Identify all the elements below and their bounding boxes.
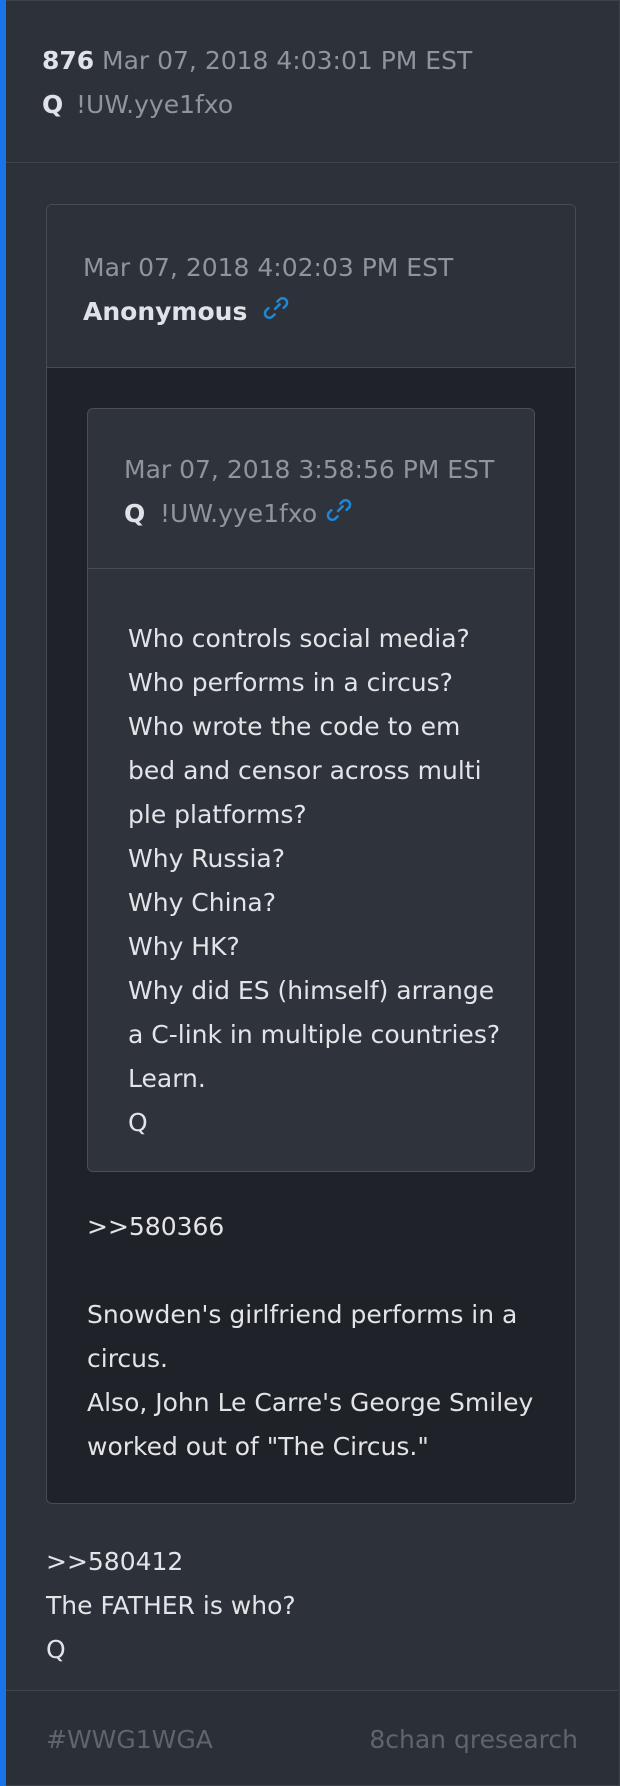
- link-icon[interactable]: [261, 293, 291, 323]
- post-text-line: circus.: [87, 1344, 168, 1373]
- post-date: Mar 07, 2018 4:03:01 PM EST: [102, 46, 473, 75]
- post-tripcode: !UW.yye1fxo: [76, 90, 234, 119]
- post-text-line: Why China?: [128, 888, 276, 917]
- footer-source: 8chan qresearch: [369, 1725, 578, 1754]
- post-text-line: bed and censor across multi: [128, 756, 482, 785]
- post-text-line: Who wrote the code to em: [128, 712, 461, 741]
- post-text-line: The FATHER is who?: [46, 1591, 296, 1620]
- post-number: 876: [42, 46, 95, 75]
- post-text-line: Q: [128, 1108, 148, 1137]
- post-text-line: worked out of "The Circus.": [87, 1432, 429, 1461]
- post-text-line: Why Russia?: [128, 844, 285, 873]
- nested-quoted-post-header: Mar 07, 2018 3:58:56 PM EST Q !UW.yye1fx…: [88, 409, 534, 569]
- link-icon[interactable]: [324, 495, 354, 525]
- post-accent-bar: [0, 0, 6, 1786]
- nested-quoted-post-tripcode: !UW.yye1fxo: [160, 499, 318, 528]
- post-reply-link[interactable]: >>580366: [87, 1205, 547, 1249]
- post-footer: #WWG1WGA 8chan qresearch: [6, 1690, 618, 1785]
- nested-quoted-post-date: Mar 07, 2018 3:58:56 PM EST: [124, 455, 495, 484]
- post-text-line: Why HK?: [128, 932, 240, 961]
- post-author-name: Q: [42, 90, 64, 119]
- post-text-line: Snowden's girlfriend performs in a: [87, 1300, 518, 1329]
- post-text-line: ple platforms?: [128, 800, 307, 829]
- post-text-line: a C-link in multiple countries?: [128, 1020, 501, 1049]
- nested-quoted-post-body: Who controls social media? Who performs …: [128, 617, 528, 1145]
- quoted-post: Mar 07, 2018 4:02:03 PM EST Anonymous Ma…: [46, 204, 576, 1504]
- post-body: >>580412 The FATHER is who? Q: [46, 1540, 586, 1672]
- post-text-line: Also, John Le Carre's George Smiley: [87, 1388, 534, 1417]
- post-header: 876 Mar 07, 2018 4:03:01 PM EST Q !UW.yy…: [6, 0, 618, 163]
- quoted-post-body: >>580366 Snowden's girlfriend performs i…: [87, 1205, 547, 1469]
- post-reply-link[interactable]: >>580412: [46, 1540, 586, 1584]
- quoted-post-author-name: Anonymous: [83, 297, 248, 326]
- post-text-line: Who performs in a circus?: [128, 668, 453, 697]
- post-text-line: Q: [46, 1635, 66, 1664]
- nested-quoted-post-author-name: Q: [124, 499, 146, 528]
- post-text-blank-line: [87, 1249, 547, 1293]
- post-text-line: Why did ES (himself) arrange: [128, 976, 495, 1005]
- post-text-line: Learn.: [128, 1064, 206, 1093]
- quoted-post-date: Mar 07, 2018 4:02:03 PM EST: [83, 253, 454, 282]
- post-text-line: Who controls social media?: [128, 624, 470, 653]
- quoted-post-header: Mar 07, 2018 4:02:03 PM EST Anonymous: [47, 205, 575, 368]
- nested-quoted-post: Mar 07, 2018 3:58:56 PM EST Q !UW.yye1fx…: [87, 408, 535, 1172]
- footer-hashtag: #WWG1WGA: [46, 1725, 213, 1754]
